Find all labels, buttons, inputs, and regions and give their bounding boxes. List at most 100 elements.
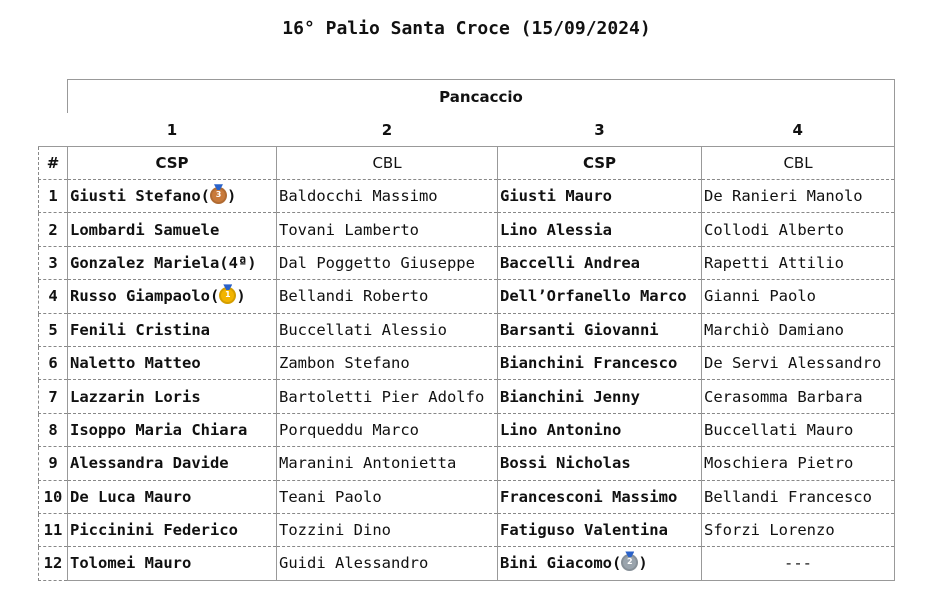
player-cell-col-1: Lombardi Samuele: [67, 212, 277, 247]
player-name: Teani Paolo: [279, 487, 382, 506]
row-number: 9: [38, 446, 68, 481]
player-name: Fenili Cristina: [70, 320, 210, 339]
player-cell-col-3: Bossi Nicholas: [497, 446, 702, 481]
row-number: 11: [38, 513, 68, 548]
team-header-1: CSP: [67, 146, 277, 180]
player-name: Isoppo Maria Chiara: [70, 420, 248, 439]
player-cell-col-2: Buccellati Alessio: [276, 313, 498, 347]
player-cell-col-4: Bellandi Francesco: [701, 480, 895, 514]
player-cell-col-4: Collodi Alberto: [701, 212, 895, 247]
column-number-2: 2: [381, 120, 393, 139]
venue-header: Pancaccio: [67, 79, 895, 113]
player-name: Porqueddu Marco: [279, 420, 419, 439]
player-cell-col-2: Teani Paolo: [276, 480, 498, 514]
player-cell-col-4: Cerasomma Barbara: [701, 379, 895, 414]
row-number: 5: [38, 313, 68, 347]
player-cell-col-1: Fenili Cristina: [67, 313, 277, 347]
player-cell-col-3: Giusti Mauro: [497, 179, 702, 214]
player-name: Bossi Nicholas: [500, 454, 631, 473]
player-cell-col-2: Bellandi Roberto: [276, 279, 498, 314]
player-cell-col-4: Rapetti Attilio: [701, 246, 895, 281]
player-name: Cerasomma Barbara: [704, 387, 863, 406]
row-number: 4: [38, 279, 68, 314]
player-name: Bini Giacomo(: [500, 554, 622, 573]
row-number: 8: [38, 413, 68, 448]
player-cell-col-1: Russo Giampaolo(1): [67, 279, 277, 314]
player-name: Giusti Mauro: [500, 187, 612, 206]
player-cell-col-2: Zambon Stefano: [276, 346, 498, 381]
player-cell-col-3: Dell’Orfanello Marco: [497, 279, 702, 314]
player-cell-col-3: Francesconi Massimo: [497, 480, 702, 514]
player-name: Russo Giampaolo(: [70, 287, 220, 306]
player-name: Tozzini Dino: [279, 521, 391, 540]
team-header-2: CBL: [276, 146, 498, 180]
closing-paren: ): [638, 554, 648, 573]
column-number-1: 1: [166, 120, 178, 139]
team-header-3: CSP: [497, 146, 702, 180]
row-number-header: #: [38, 146, 68, 180]
corner-empty: [39, 113, 68, 147]
player-name: Collodi Alberto: [704, 220, 844, 239]
player-cell-col-1: Tolomei Mauro: [67, 546, 277, 581]
row-number: 10: [38, 480, 68, 514]
player-name: Bartoletti Pier Adolfo: [279, 387, 485, 406]
player-cell-col-2: Guidi Alessandro: [276, 546, 498, 581]
player-name: De Ranieri Manolo: [704, 187, 863, 206]
table-row: 2 Lombardi Samuele Tovani Lamberto Lino Ale…: [38, 212, 895, 247]
player-cell-col-1: Piccinini Federico: [67, 513, 277, 548]
player-cell-col-4: Sforzi Lorenzo: [701, 513, 895, 548]
player-cell-col-4: Gianni Paolo: [701, 279, 895, 314]
row-number: 3: [38, 246, 68, 281]
player-name: Bianchini Jenny: [500, 387, 640, 406]
table-row: 3 Gonzalez Mariela(4ª) Dal Poggetto Giusep…: [38, 246, 895, 281]
table-row: 7 Lazzarin Loris Bartoletti Pier Adolfo Bia…: [38, 379, 895, 414]
corner-empty: [39, 80, 68, 114]
player-cell-col-2: Baldocchi Massimo: [276, 179, 498, 214]
player-name: De Luca Mauro: [70, 487, 192, 506]
player-cell-col-4: Moschiera Pietro: [701, 446, 895, 481]
player-name: Bianchini Francesco: [500, 354, 678, 373]
team-header-4: CBL: [701, 146, 895, 180]
gold-medal-icon: 1: [219, 284, 237, 305]
player-name: Maranini Antonietta: [279, 454, 457, 473]
player-cell-col-3: Bini Giacomo(2): [497, 546, 702, 581]
player-name: Baldocchi Massimo: [279, 187, 438, 206]
player-name: Fatiguso Valentina: [500, 521, 668, 540]
table-row: 10 De Luca Mauro Teani Paolo Francesconi Ma…: [38, 480, 895, 514]
player-name: Lino Antonino: [500, 420, 622, 439]
player-name: Alessandra Davide: [70, 454, 229, 473]
player-name: Dell’Orfanello Marco: [500, 287, 687, 306]
table-row: 11 Piccinini Federico Tozzini Dino Fatiguso…: [38, 513, 895, 548]
venue-row: Pancaccio: [39, 79, 895, 114]
player-name: Naletto Matteo: [70, 354, 201, 373]
player-cell-col-1: Gonzalez Mariela(4ª): [67, 246, 277, 281]
player-name: Sforzi Lorenzo: [704, 521, 835, 540]
player-name: Giusti Stefano(: [70, 187, 210, 206]
player-name: Baccelli Andrea: [500, 253, 640, 272]
player-name: Francesconi Massimo: [500, 487, 678, 506]
player-name: Lazzarin Loris: [70, 387, 201, 406]
player-name: De Servi Alessandro: [704, 354, 882, 373]
player-cell-col-2: Maranini Antonietta: [276, 446, 498, 481]
player-name: Lino Alessia: [500, 220, 612, 239]
player-name: Piccinini Federico: [70, 521, 238, 540]
row-number: 7: [38, 379, 68, 414]
player-name: Bellandi Roberto: [279, 287, 429, 306]
table-row: 9 Alessandra Davide Maranini Antonietta Bos…: [38, 446, 895, 481]
player-name: Barsanti Giovanni: [500, 320, 659, 339]
player-name: Gonzalez Mariela(4ª): [70, 253, 257, 272]
player-cell-col-3: Lino Alessia: [497, 212, 702, 247]
column-number-row: 1 2 3 4: [39, 113, 895, 147]
player-name: Rapetti Attilio: [704, 253, 844, 272]
player-name: ---: [784, 554, 812, 573]
closing-paren: ): [226, 187, 237, 206]
player-cell-col-1: Alessandra Davide: [67, 446, 277, 481]
table-row: 6 Naletto Matteo Zambon Stefano Bianchini F…: [38, 346, 895, 381]
player-cell-col-1: Giusti Stefano(3): [67, 179, 277, 214]
player-cell-col-1: Lazzarin Loris: [67, 379, 277, 414]
table-row: 12 Tolomei Mauro Guidi Alessandro Bini Giac…: [38, 546, 895, 581]
player-cell-col-3: Bianchini Jenny: [497, 379, 702, 414]
player-cell-col-2: Dal Poggetto Giuseppe: [276, 246, 498, 281]
table-row: 1 Giusti Stefano(3) Baldocchi Massimo Giust…: [38, 179, 895, 214]
page-title: 16° Palio Santa Croce (15/09/2024): [282, 18, 651, 39]
